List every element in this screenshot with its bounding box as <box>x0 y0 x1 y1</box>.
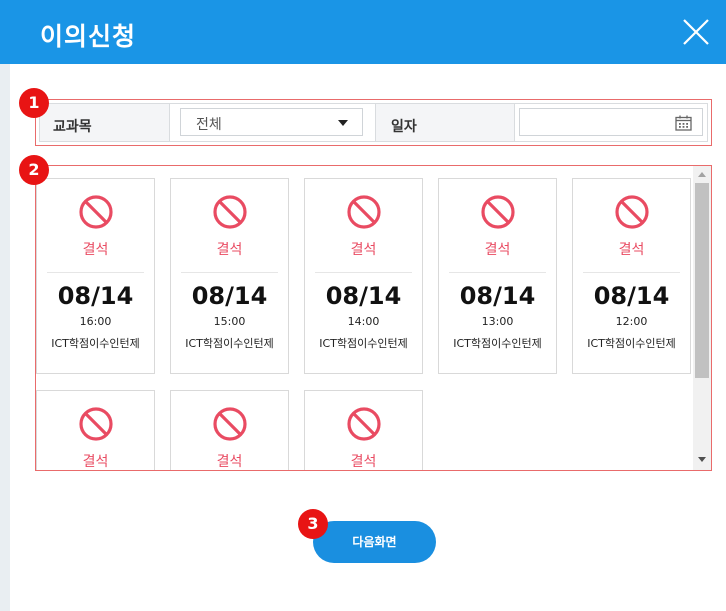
attendance-status: 결석 <box>216 242 243 258</box>
prohibited-icon <box>481 195 515 229</box>
attendance-card[interactable]: 결석 08/14 15:00 ICT학점이수인턴제 <box>170 178 289 374</box>
attendance-status: 결석 <box>82 242 109 258</box>
card-date: 08/14 <box>191 282 268 310</box>
attendance-status: 결석 <box>618 242 645 258</box>
close-icon[interactable] <box>682 18 710 46</box>
course-select-value: 전체 <box>196 117 222 133</box>
card-course: ICT학점이수인턴제 <box>319 337 408 350</box>
card-course: ICT학점이수인턴제 <box>185 337 274 350</box>
date-label: 일자 <box>391 119 417 135</box>
scroll-up-icon[interactable] <box>698 172 706 177</box>
scroll-thumb[interactable] <box>695 183 709 378</box>
chevron-down-icon <box>338 120 348 126</box>
scroll-down-icon[interactable] <box>698 457 706 462</box>
attendance-card-list: 결석 08/14 16:00 ICT학점이수인턴제 결석 08/14 15:00… <box>35 165 712 471</box>
step-badge-3: 3 <box>298 509 328 539</box>
attendance-card[interactable]: 결석 <box>36 390 155 470</box>
prohibited-icon <box>615 195 649 229</box>
card-date: 08/14 <box>325 282 402 310</box>
prohibited-icon <box>79 195 113 229</box>
card-time: 13:00 <box>481 315 514 328</box>
date-field[interactable] <box>519 108 703 136</box>
card-divider <box>47 272 144 273</box>
attendance-card[interactable]: 결석 08/14 13:00 ICT학점이수인턴제 <box>438 178 557 374</box>
attendance-status: 결석 <box>350 242 377 258</box>
list-scrollbar[interactable] <box>693 166 711 470</box>
prohibited-icon <box>79 407 113 441</box>
attendance-card[interactable]: 결석 08/14 14:00 ICT학점이수인턴제 <box>304 178 423 374</box>
card-divider <box>449 272 546 273</box>
calendar-icon[interactable] <box>675 115 692 131</box>
attendance-card[interactable]: 결석 <box>304 390 423 470</box>
course-select[interactable]: 전체 <box>180 108 363 136</box>
card-date: 08/14 <box>57 282 134 310</box>
card-divider <box>181 272 278 273</box>
attendance-status: 결석 <box>484 242 511 258</box>
dialog-header: 이의신청 <box>0 0 726 64</box>
prohibited-icon <box>213 407 247 441</box>
card-course: ICT학점이수인턴제 <box>453 337 542 350</box>
card-divider <box>583 272 680 273</box>
card-course: ICT학점이수인턴제 <box>51 337 140 350</box>
card-divider <box>315 272 412 273</box>
card-time: 14:00 <box>347 315 380 328</box>
card-time: 16:00 <box>79 315 112 328</box>
course-label: 교과목 <box>53 119 92 135</box>
prohibited-icon <box>347 407 381 441</box>
side-strip <box>0 64 10 611</box>
card-date: 08/14 <box>593 282 670 310</box>
prohibited-icon <box>213 195 247 229</box>
attendance-status: 결석 <box>350 454 377 470</box>
attendance-card[interactable]: 결석 08/14 16:00 ICT학점이수인턴제 <box>36 178 155 374</box>
step-badge-2: 2 <box>19 155 49 185</box>
card-time: 15:00 <box>213 315 246 328</box>
card-course: ICT학점이수인턴제 <box>587 337 676 350</box>
attendance-status: 결석 <box>82 454 109 470</box>
prohibited-icon <box>347 195 381 229</box>
card-time: 12:00 <box>615 315 648 328</box>
dialog: 이의신청 1 교과목 일자 전체 2 결석 08/14 16:00 ICT학점이… <box>0 0 726 611</box>
next-screen-button[interactable]: 다음화면 <box>313 521 436 563</box>
cell-divider <box>375 104 376 141</box>
attendance-card[interactable]: 결석 <box>170 390 289 470</box>
attendance-status: 결석 <box>216 454 243 470</box>
dialog-title: 이의신청 <box>40 22 137 51</box>
card-date: 08/14 <box>459 282 536 310</box>
step-badge-1: 1 <box>19 88 49 118</box>
attendance-card[interactable]: 결석 08/14 12:00 ICT학점이수인턴제 <box>572 178 691 374</box>
